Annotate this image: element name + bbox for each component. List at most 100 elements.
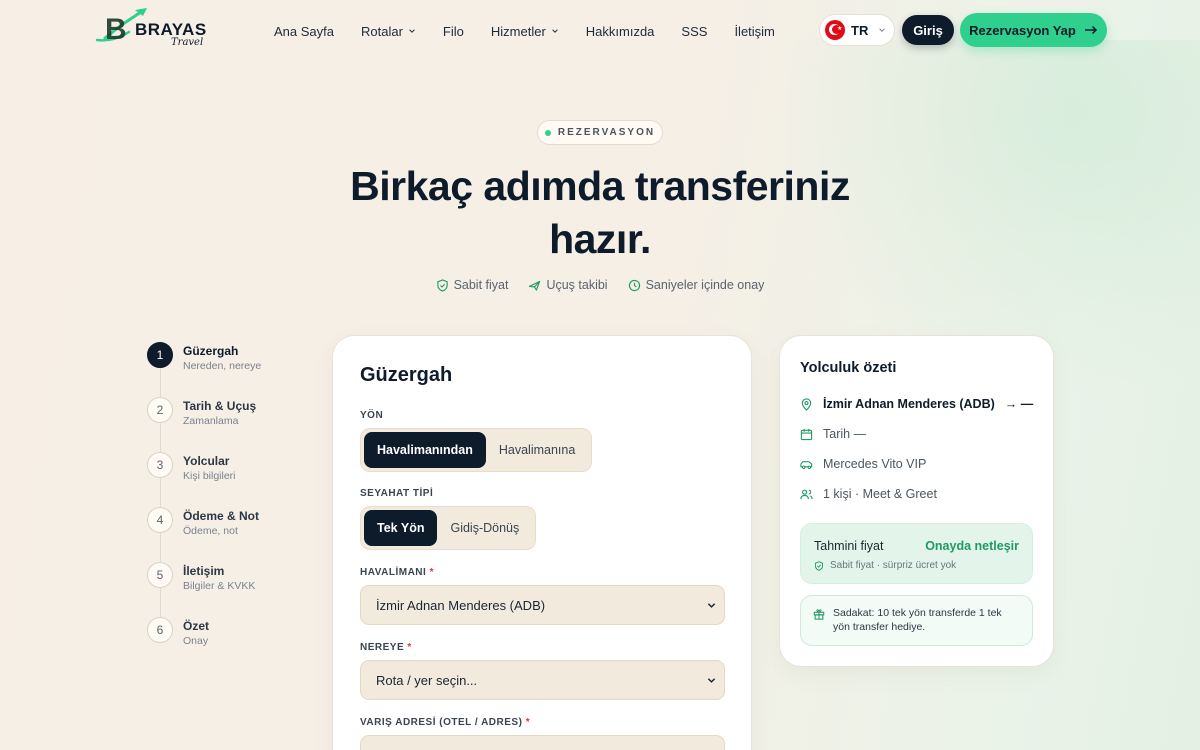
summary-route-from: İzmir Adnan Menderes (ADB): [823, 397, 995, 411]
main-nav: Ana Sayfa Rotalar Filo Hizmetler Hakkımı…: [274, 22, 802, 40]
trip-option-one-way[interactable]: Tek Yön: [364, 510, 438, 546]
step-subtitle: Nereden, nereye: [183, 360, 262, 372]
turkey-flag-icon: ★: [825, 20, 845, 40]
nav-item-rotalar[interactable]: Rotalar: [361, 22, 416, 40]
chevron-down-icon: [879, 28, 886, 32]
page-title-line2: hazır.: [549, 216, 651, 262]
step-connector: [159, 423, 161, 452]
login-label: Giriş: [913, 22, 943, 38]
chevron-down-icon: [707, 678, 716, 683]
reserve-button[interactable]: Rezervasyon Yap: [960, 13, 1107, 47]
step-subtitle: Bilgiler & KVKK: [183, 580, 256, 592]
header: B BRAYAS Travel Ana Sayfa Rotalar Filo H…: [0, 0, 1200, 62]
price-note: Sabit fiyat · sürpriz ücret yok: [814, 560, 956, 571]
airport-select-value: İzmir Adnan Menderes (ADB): [376, 597, 546, 613]
language-selector[interactable]: ★ TR: [819, 14, 895, 46]
trip-option-round-trip[interactable]: Gidiş-Dönüş: [437, 510, 532, 546]
direction-option-to-airport[interactable]: Havalimanına: [486, 432, 588, 468]
trip-type-label-text: SEYAHAT TİPİ: [360, 488, 434, 499]
price-label: Tahmini fiyat: [814, 539, 884, 553]
summary-title: Yolculuk özeti: [800, 360, 897, 376]
summary-date-text: Tarih —: [823, 427, 867, 441]
nav-label: SSS: [681, 23, 708, 39]
nav-item-hizmetler[interactable]: Hizmetler: [491, 22, 559, 40]
nav-label: Hakkımızda: [585, 23, 655, 39]
nav-item-hakkimizda[interactable]: Hakkımızda: [586, 22, 655, 40]
step-iletisim[interactable]: 5 İletişim Bilgiler & KVKK: [147, 562, 307, 617]
step-ozet[interactable]: 6 Özet Onay: [147, 617, 307, 672]
form-title: Güzergah: [360, 364, 453, 386]
chevron-down-icon: [707, 603, 716, 608]
trip-type-label: SEYAHAT TİPİ: [360, 488, 433, 499]
summary-date: Tarih —: [800, 427, 866, 441]
step-subtitle: Ödeme, not: [183, 525, 238, 537]
language-code: TR: [851, 22, 869, 38]
step-number: 2: [147, 397, 173, 423]
logo[interactable]: B BRAYAS Travel: [95, 8, 215, 56]
feature-fixed-price: Sabit fiyat: [436, 278, 508, 292]
feature-list: Sabit fiyat Uçuş takibi Saniyeler içinde…: [0, 278, 1200, 292]
car-icon: [800, 460, 813, 469]
step-title: İletişim: [183, 564, 225, 578]
page-title: Birkaç adımda transferiniz hazır.: [300, 160, 900, 266]
direction-option-from-airport[interactable]: Havalimanından: [364, 432, 486, 468]
step-title: Güzergah: [183, 344, 239, 358]
step-connector: [159, 478, 161, 507]
nav-label: Ana Sayfa: [274, 23, 334, 39]
required-mark: *: [407, 642, 412, 653]
required-mark: *: [525, 717, 531, 728]
step-subtitle: Kişi bilgileri: [183, 470, 236, 482]
logo-script: Travel: [171, 37, 204, 48]
direction-label-text: YÖN: [360, 410, 384, 421]
direction-label: YÖN: [360, 410, 383, 421]
nav-item-sss[interactable]: SSS: [681, 22, 707, 40]
summary-vehicle: Mercedes Vito VIP: [800, 457, 926, 471]
nav-item-filo[interactable]: Filo: [443, 22, 464, 40]
airport-label-text: HAVALİMANI: [360, 567, 427, 578]
destination-select[interactable]: Rota / yer seçin...: [360, 660, 725, 700]
clock-icon: [628, 279, 640, 291]
summary-route: İzmir Adnan Menderes (ADB) → —: [800, 397, 1033, 411]
direction-toggle: Havalimanından Havalimanına: [360, 428, 593, 472]
gift-icon: [813, 609, 825, 620]
airport-select[interactable]: İzmir Adnan Menderes (ADB): [360, 585, 725, 625]
step-guzergah[interactable]: 1 Güzergah Nereden, nereye: [147, 342, 307, 397]
step-odeme-not[interactable]: 4 Ödeme & Not Ödeme, not: [147, 507, 307, 562]
nav-item-iletisim[interactable]: İletişim: [734, 22, 774, 40]
step-title: Tarih & Uçuş: [183, 399, 257, 413]
address-label-text: VARIŞ ADRESİ (OTEL / ADRES): [360, 717, 523, 728]
loyalty-note: Sadakat: 10 tek yön transferde 1 tek yön…: [800, 595, 1033, 646]
shield-check-icon: [814, 560, 824, 571]
price-estimate-box: Tahmini fiyat Onayda netleşir Sabit fiya…: [800, 523, 1033, 584]
chevron-down-icon: [552, 29, 558, 33]
map-pin-icon: [801, 397, 812, 411]
destination-label-text: NEREYE: [360, 642, 405, 653]
nav-item-ana-sayfa[interactable]: Ana Sayfa: [274, 22, 334, 40]
step-title: Ödeme & Not: [183, 509, 260, 523]
eyebrow-label: REZERVASYON: [557, 127, 656, 138]
nav-label: Hizmetler: [490, 23, 546, 39]
login-button[interactable]: Giriş: [902, 15, 954, 45]
address-label: VARIŞ ADRESİ (OTEL / ADRES) *: [360, 717, 530, 728]
nav-label: Rotalar: [361, 23, 403, 39]
step-connector: [159, 533, 161, 562]
shield-check-icon: [436, 278, 448, 292]
section-eyebrow: REZERVASYON: [537, 120, 663, 145]
reserve-label: Rezervasyon Yap: [969, 22, 1076, 38]
nav-label: Filo: [442, 23, 464, 39]
address-input[interactable]: [360, 735, 725, 750]
summary-route-to: → —: [1004, 397, 1034, 411]
trip-type-toggle: Tek Yön Gidiş-Dönüş: [360, 506, 537, 550]
destination-select-value: Rota / yer seçin...: [376, 672, 478, 688]
step-yolcular[interactable]: 3 Yolcular Kişi bilgileri: [147, 452, 307, 507]
step-subtitle: Zamanlama: [183, 415, 239, 427]
step-number: 3: [147, 452, 173, 478]
step-number: 5: [147, 562, 173, 588]
step-subtitle: Onay: [183, 635, 209, 647]
step-tarih-ucus[interactable]: 2 Tarih & Uçuş Zamanlama: [147, 397, 307, 452]
step-connector: [159, 368, 161, 397]
status-dot: [544, 129, 551, 136]
price-value: Onayda netleşir: [925, 539, 1019, 553]
chevron-down-icon: [409, 29, 415, 33]
airport-label: HAVALİMANI *: [360, 567, 434, 578]
